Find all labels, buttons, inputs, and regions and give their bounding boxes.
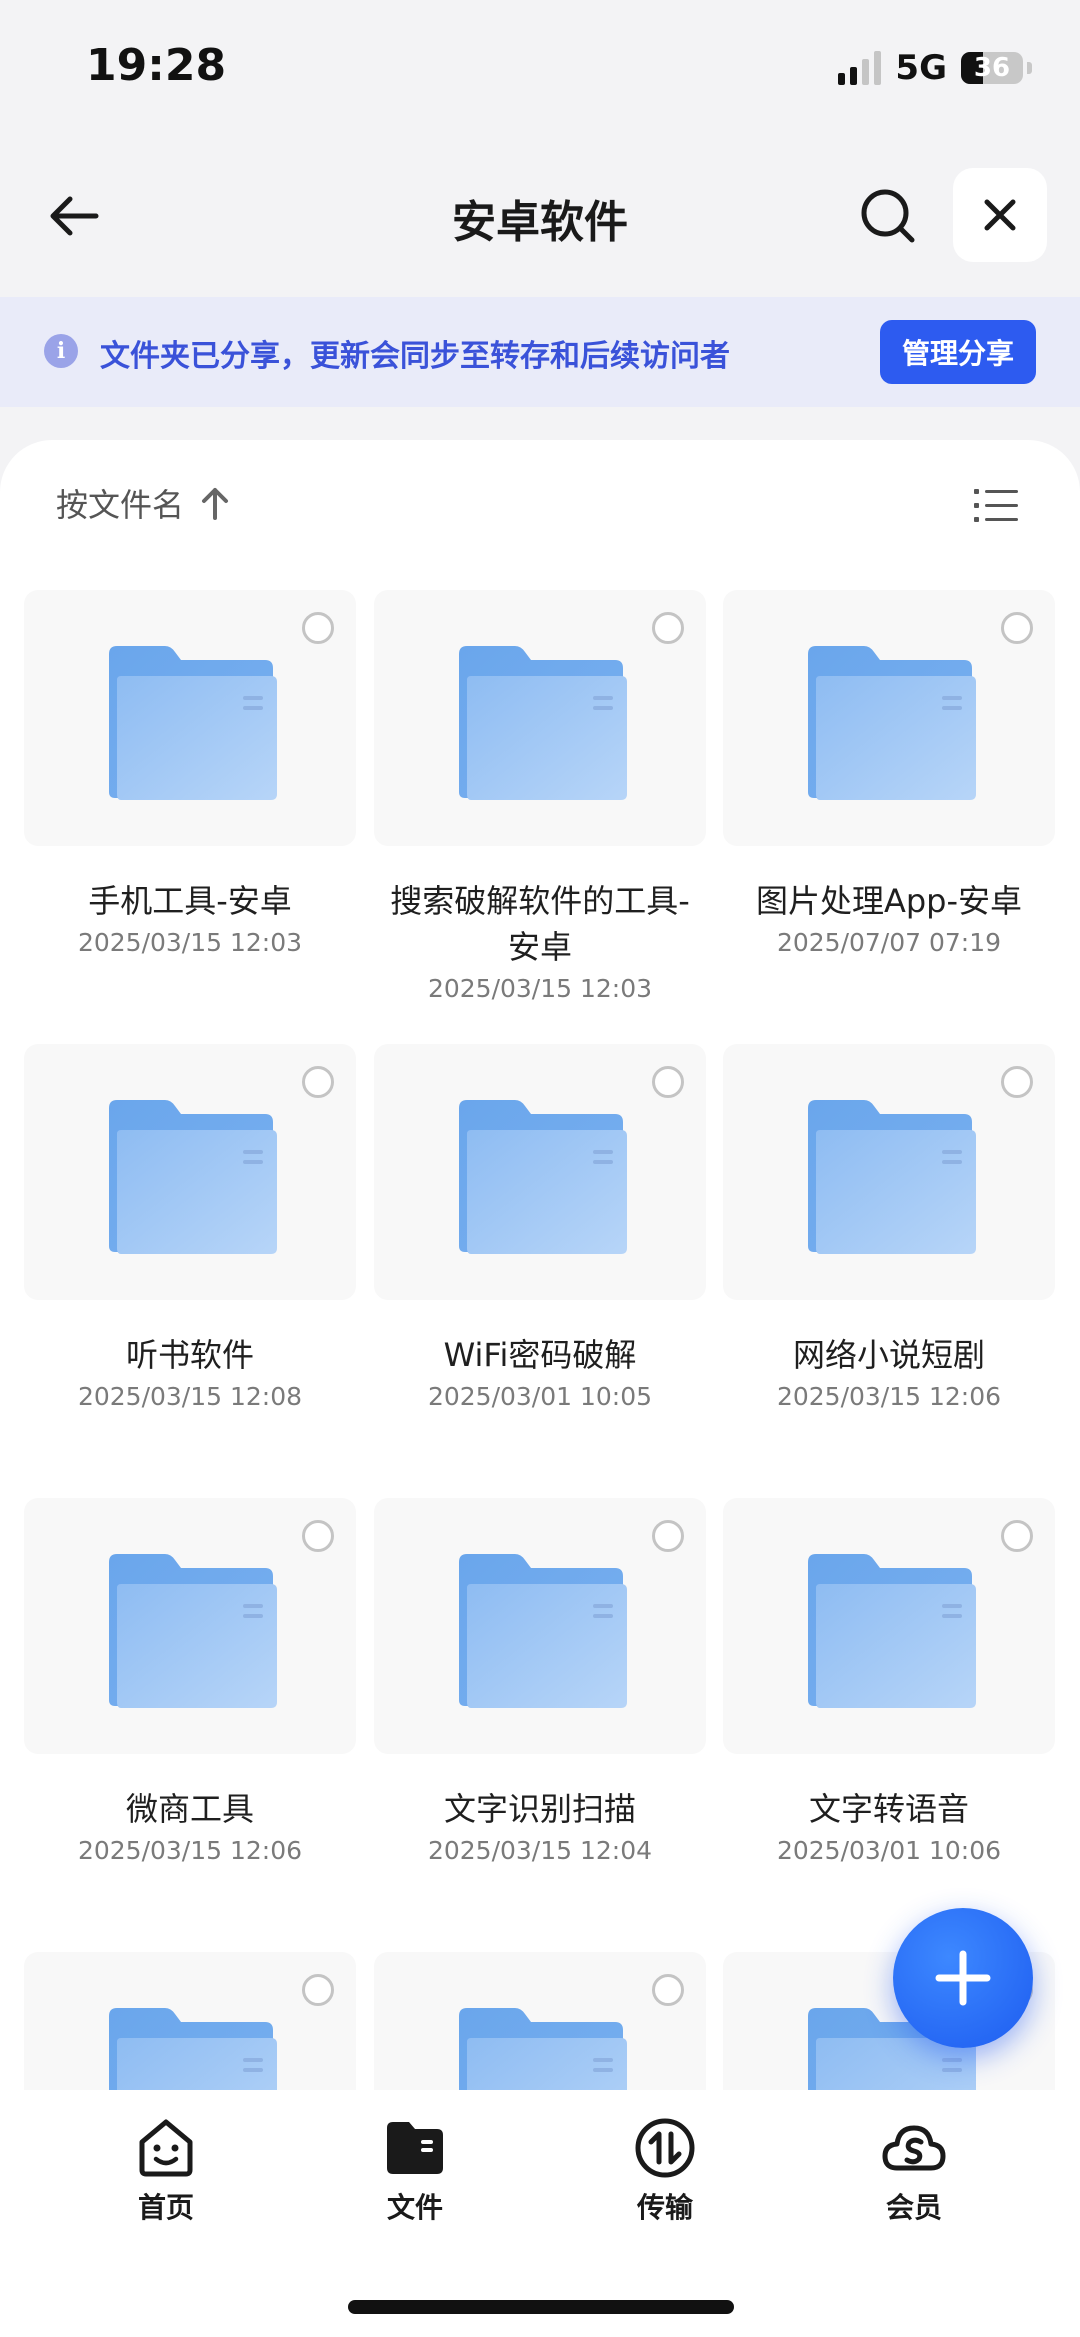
folder-date: 2025/07/07 07:19 [776,928,1002,957]
folder-item[interactable]: WiFi密码破解 2025/03/01 10:05 [374,1044,706,1411]
folder-date: 2025/03/15 12:06 [77,1836,303,1865]
folder-item[interactable]: 网络小说短剧 2025/03/15 12:06 [723,1044,1055,1411]
folder-icon [109,1554,277,1708]
status-time: 19:28 [86,40,227,91]
folder-date: 2025/03/01 10:06 [776,1836,1002,1865]
battery-level: 36 [973,53,1011,83]
battery-icon: 36 [961,52,1023,84]
manage-share-button[interactable]: 管理分享 [880,320,1036,384]
plus-icon [935,1950,991,2006]
folder-name: 手机工具-安卓 [88,882,292,920]
arrow-up-icon [202,488,229,520]
sort-label: 按文件名 [56,486,185,524]
status-indicators: 5G 36 [838,48,1032,88]
add-button[interactable] [893,1908,1033,2048]
battery-tip [1027,62,1032,74]
folder-name: 搜索破解软件的工具-安卓 [390,882,690,966]
select-checkbox[interactable] [652,1066,684,1098]
nav-bar: 安卓软件 [0,150,1080,280]
folder-thumbnail [24,590,356,846]
tab-files[interactable]: 文件 [315,2114,515,2226]
folder-item[interactable]: 听书软件 2025/03/15 12:08 [24,1044,356,1411]
screen: 19:28 5G 36 安卓软件 i 文件夹已分享，更新会同步至转存和后续访问者… [0,0,1080,2337]
folder-thumbnail [723,1044,1055,1300]
folder-item[interactable]: 图片处理App-安卓 2025/07/07 07:19 [723,590,1055,957]
folder-item[interactable]: 手机工具-安卓 2025/03/15 12:03 [24,590,356,957]
status-bar: 19:28 5G 36 [0,0,1080,130]
select-checkbox[interactable] [652,612,684,644]
tab-label: 文件 [386,2191,443,2224]
folder-item[interactable]: 文字识别扫描 2025/03/15 12:04 [374,1498,706,1865]
folder-name: 文字转语音 [808,1790,969,1828]
folder-name: 网络小说短剧 [792,1336,985,1374]
folder-date: 2025/03/01 10:05 [427,1382,653,1411]
select-checkbox[interactable] [652,1520,684,1552]
search-button[interactable] [852,180,924,252]
signal-icon [838,51,882,85]
select-checkbox[interactable] [302,1520,334,1552]
tab-label: 首页 [137,2191,194,2224]
folder-icon [109,646,277,800]
folder-name: 听书软件 [125,1336,254,1374]
folder-item[interactable]: 微商工具 2025/03/15 12:06 [24,1498,356,1865]
member-cloud-icon [880,2114,948,2182]
folder-icon [808,646,976,800]
network-label: 5G [895,48,947,88]
folder-thumbnail [374,1498,706,1754]
select-checkbox[interactable] [1001,1520,1033,1552]
home-face-icon [132,2114,200,2182]
folder-name: 文字识别扫描 [443,1790,636,1828]
folder-icon [459,646,627,800]
tab-transfer[interactable]: 传输 [565,2114,765,2226]
select-checkbox[interactable] [302,612,334,644]
tab-label: 传输 [636,2191,693,2224]
folder-icon [109,1100,277,1254]
folder-name: 图片处理App-安卓 [755,882,1023,920]
folder-item[interactable]: 搜索破解软件的工具-安卓 2025/03/15 12:03 [374,590,706,1003]
folder-icon [381,2114,449,2182]
folder-date: 2025/03/15 12:08 [77,1382,303,1411]
folder-name: 微商工具 [125,1790,254,1828]
folder-date: 2025/03/15 12:03 [427,974,653,1003]
transfer-icon [631,2114,699,2182]
folder-date: 2025/03/15 12:06 [776,1382,1002,1411]
share-notice-banner: i 文件夹已分享，更新会同步至转存和后续访问者 管理分享 [0,297,1080,407]
tab-label: 会员 [885,2191,942,2224]
folder-icon [808,1100,976,1254]
folder-thumbnail [374,590,706,846]
folder-date: 2025/03/15 12:03 [77,928,303,957]
select-checkbox[interactable] [652,1974,684,2006]
select-checkbox[interactable] [1001,1066,1033,1098]
bottom-tab-bar: 首页 文件 传输 会员 [0,2090,1080,2337]
folder-item[interactable]: 文字转语音 2025/03/01 10:06 [723,1498,1055,1865]
folder-name: WiFi密码破解 [443,1336,637,1374]
share-notice-text: 文件夹已分享，更新会同步至转存和后续访问者 [100,339,730,374]
folder-icon [459,1100,627,1254]
folder-icon [459,1554,627,1708]
tab-member[interactable]: 会员 [814,2114,1014,2226]
select-checkbox[interactable] [302,1974,334,2006]
tab-home[interactable]: 首页 [66,2114,266,2226]
select-checkbox[interactable] [1001,612,1033,644]
close-button[interactable] [953,168,1047,262]
folder-date: 2025/03/15 12:04 [427,1836,653,1865]
file-list-panel: 按文件名 手机工具-安卓 2025/03/15 12:03 搜索破解软件的工具-… [0,440,1080,2337]
folder-thumbnail [24,1044,356,1300]
view-toggle-button[interactable] [972,484,1020,528]
search-icon [861,189,915,243]
close-icon [984,199,1016,231]
folder-thumbnail [723,1498,1055,1754]
folder-icon [808,1554,976,1708]
folder-thumbnail [24,1498,356,1754]
home-indicator[interactable] [348,2300,734,2314]
info-icon: i [44,334,78,368]
sort-control[interactable]: 按文件名 [56,480,230,526]
select-checkbox[interactable] [302,1066,334,1098]
folder-thumbnail [723,590,1055,846]
list-view-icon [974,489,1018,522]
folder-thumbnail [374,1044,706,1300]
